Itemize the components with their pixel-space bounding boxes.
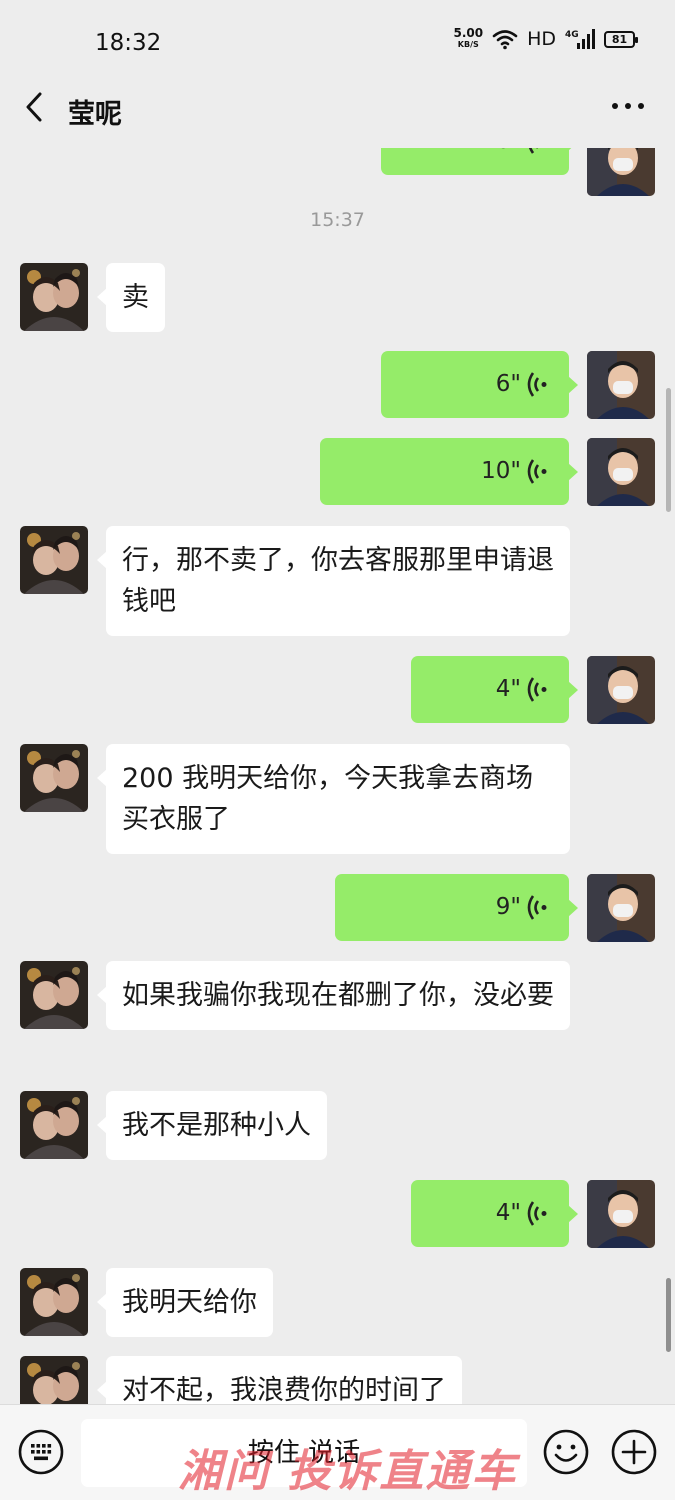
network-speed-unit: KB/S <box>457 40 479 49</box>
status-bar: 18:32 5.00 KB/S HD 4G 81 <box>0 0 675 82</box>
avatar-me[interactable] <box>587 351 655 419</box>
signal-4g-label: 4G <box>565 30 579 40</box>
text-message-incoming[interactable]: 我明天给你 <box>97 1268 273 1337</box>
avatar-me-image <box>587 656 655 724</box>
emoji-icon[interactable] <box>543 1429 589 1475</box>
hd-indicator: HD <box>527 28 556 50</box>
voice-message[interactable]: 9" <box>335 874 578 941</box>
avatar-contact[interactable] <box>20 1268 88 1336</box>
more-dots-icon[interactable] <box>611 96 645 116</box>
network-speed-value: 5.00 <box>453 26 484 40</box>
text-message-incoming[interactable]: 卖 <box>97 263 165 332</box>
voice-wave-icon <box>527 895 547 920</box>
avatar-me-image <box>587 148 655 196</box>
avatar-me-image <box>587 351 655 419</box>
keyboard-icon[interactable] <box>18 1429 64 1475</box>
hold-to-talk-button[interactable]: 按住 说话 <box>81 1419 527 1487</box>
scrollbar-thumb[interactable] <box>666 1278 671 1352</box>
message-timestamp: 15:37 <box>310 209 365 231</box>
avatar-me[interactable] <box>587 148 655 196</box>
network-speed: 5.00 KB/S <box>453 26 484 50</box>
avatar-contact[interactable] <box>20 1356 88 1404</box>
voice-message[interactable]: 6" <box>381 351 578 418</box>
avatar-contact-image <box>20 1091 88 1159</box>
avatar-contact[interactable] <box>20 961 88 1029</box>
voice-duration: 6" <box>496 148 521 175</box>
avatar-me[interactable] <box>587 874 655 942</box>
voice-duration: 9" <box>495 894 521 920</box>
message-text: 对不起，我浪费你的时间了 <box>122 1375 446 1404</box>
avatar-me-image <box>587 438 655 506</box>
message-text: 我不是那种小人 <box>122 1110 311 1141</box>
voice-duration: 4" <box>495 1200 521 1226</box>
text-message-incoming[interactable]: 我不是那种小人 <box>97 1091 327 1160</box>
battery-indicator: 81 <box>604 30 638 48</box>
message-text: 卖 <box>122 282 149 313</box>
voice-duration: 4" <box>495 676 521 702</box>
voice-message[interactable]: 4" <box>411 1180 578 1247</box>
avatar-contact-image <box>20 263 88 331</box>
voice-message-partial[interactable]: 6" <box>381 148 578 175</box>
chevron-left-icon[interactable] <box>20 90 54 124</box>
voice-duration: 10" <box>481 458 521 484</box>
avatar-me[interactable] <box>587 1180 655 1248</box>
message-text: 如果我骗你我现在都删了你，没必要 <box>122 980 554 1011</box>
avatar-me-image <box>587 874 655 942</box>
text-message-incoming[interactable]: 对不起，我浪费你的时间了 <box>97 1356 462 1404</box>
voice-wave-icon <box>527 372 547 397</box>
signal-icon: 4G <box>565 29 595 49</box>
message-text: 我明天给你 <box>122 1287 257 1318</box>
avatar-contact[interactable] <box>20 744 88 812</box>
avatar-contact[interactable] <box>20 263 88 331</box>
text-message-incoming[interactable]: 如果我骗你我现在都删了你，没必要 <box>97 961 570 1030</box>
avatar-contact-image <box>20 1356 88 1404</box>
message-text: 行，那不卖了，你去客服那里申请退钱吧 <box>122 545 554 617</box>
text-message-incoming[interactable]: 200 我明天给你，今天我拿去商场买衣服了 <box>97 744 570 854</box>
voice-wave-icon <box>527 459 547 484</box>
avatar-me[interactable] <box>587 438 655 506</box>
avatar-me-image <box>587 1180 655 1248</box>
status-icons: 5.00 KB/S HD 4G 81 <box>453 26 638 50</box>
avatar-contact-image <box>20 526 88 594</box>
message-text: 200 我明天给你，今天我拿去商场买衣服了 <box>122 763 534 835</box>
scrollbar-track-hint[interactable] <box>666 388 671 512</box>
message-list[interactable]: 6" 15:37 卖 6" 10" <box>0 148 675 1404</box>
avatar-me[interactable] <box>587 656 655 724</box>
input-bar: 按住 说话 湘问 投诉直通车 <box>0 1404 675 1500</box>
avatar-contact-image <box>20 1268 88 1336</box>
contact-name: 莹呢 <box>68 99 122 130</box>
avatar-contact-image <box>20 744 88 812</box>
voice-duration: 6" <box>495 371 521 397</box>
voice-wave-icon <box>527 1201 547 1226</box>
avatar-contact[interactable] <box>20 526 88 594</box>
status-time: 18:32 <box>95 30 162 56</box>
chat-header: 莹呢 <box>0 82 675 148</box>
voice-wave-icon <box>528 148 538 154</box>
wifi-icon <box>492 30 518 50</box>
avatar-contact-image <box>20 961 88 1029</box>
text-message-incoming[interactable]: 行，那不卖了，你去客服那里申请退钱吧 <box>97 526 570 636</box>
plus-icon[interactable] <box>611 1429 657 1475</box>
voice-message[interactable]: 10" <box>320 438 578 505</box>
avatar-contact[interactable] <box>20 1091 88 1159</box>
voice-wave-icon <box>527 677 547 702</box>
voice-message[interactable]: 4" <box>411 656 578 723</box>
